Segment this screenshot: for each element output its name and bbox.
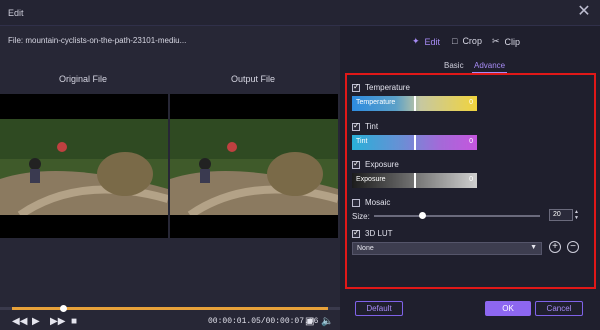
- remove-lut-button[interactable]: −: [567, 241, 579, 253]
- size-label: Size:: [352, 212, 370, 221]
- temperature-slider-label: Temperature: [356, 99, 396, 106]
- size-slider[interactable]: [374, 212, 540, 219]
- adjust-panel: ✦ Edit □ Crop ✂ Clip Basic Advance Tempe…: [340, 26, 600, 330]
- temperature-row[interactable]: Temperature: [352, 82, 410, 92]
- exposure-row[interactable]: Exposure: [352, 159, 399, 169]
- fast-forward-icon[interactable]: ▶▶: [50, 317, 65, 327]
- temperature-label: Temperature: [365, 83, 410, 92]
- tab-edit[interactable]: ✦ Edit: [412, 36, 440, 47]
- original-video-preview: [0, 94, 168, 238]
- tint-slider-handle[interactable]: [414, 135, 416, 150]
- tab-basic[interactable]: Basic: [444, 61, 464, 70]
- default-button[interactable]: Default: [355, 301, 403, 316]
- tint-slider-label: Tint: [356, 138, 368, 145]
- lut-row[interactable]: 3D LUT: [352, 228, 393, 238]
- scissors-icon: ✂: [492, 36, 500, 46]
- tab-advance[interactable]: Advance: [471, 61, 508, 73]
- rewind-icon[interactable]: ◀◀: [12, 317, 27, 327]
- size-stepper[interactable]: ▲ ▼: [574, 209, 582, 221]
- tint-row[interactable]: Tint: [352, 121, 379, 131]
- exposure-checkbox[interactable]: [352, 159, 360, 169]
- tint-slider[interactable]: Tint 0: [352, 135, 477, 150]
- lut-dropdown[interactable]: None ▼: [352, 242, 542, 255]
- size-input[interactable]: 20: [549, 209, 573, 221]
- stop-icon[interactable]: ■: [71, 317, 77, 327]
- title-bar: Edit ✕: [0, 0, 600, 26]
- mosaic-label: Mosaic: [365, 198, 391, 207]
- minus-icon: −: [570, 241, 576, 252]
- volume-icon[interactable]: 🔈: [321, 317, 333, 327]
- tab-crop-label: Crop: [462, 36, 482, 46]
- output-file-label: Output File: [230, 74, 276, 84]
- chevron-down-icon[interactable]: ▼: [574, 215, 582, 221]
- ok-button[interactable]: OK: [485, 301, 531, 316]
- snapshot-icon[interactable]: ▣: [305, 317, 314, 327]
- temperature-slider[interactable]: Temperature 0: [352, 96, 477, 111]
- exposure-value: 0: [469, 176, 473, 183]
- lut-checkbox[interactable]: [352, 228, 360, 238]
- crop-icon: □: [452, 36, 458, 46]
- original-file-label: Original File: [58, 74, 107, 84]
- playback-controls: ◀◀ ▶ ▶▶ ■ 00:00:01.05/00:00:07.06 ▣ 🔈: [0, 314, 340, 330]
- temperature-checkbox[interactable]: [352, 82, 360, 92]
- mosaic-checkbox[interactable]: [352, 198, 360, 207]
- exposure-slider[interactable]: Exposure 0: [352, 173, 477, 188]
- output-video-preview: [170, 94, 338, 238]
- close-icon[interactable]: ✕: [577, 4, 591, 20]
- time-display: 00:00:01.05/00:00:07.06: [208, 317, 319, 326]
- video-frame-image: [170, 119, 338, 215]
- window-title: Edit: [8, 8, 24, 18]
- size-slider-handle[interactable]: [419, 212, 426, 219]
- cancel-button[interactable]: Cancel: [535, 301, 583, 316]
- playhead-handle[interactable]: [60, 305, 67, 312]
- tint-value: 0: [469, 138, 473, 145]
- video-frame-image: [0, 119, 168, 215]
- mosaic-row[interactable]: Mosaic: [352, 198, 390, 207]
- temperature-slider-handle[interactable]: [414, 96, 416, 111]
- timeline-track[interactable]: [0, 305, 340, 312]
- tab-edit-label: Edit: [424, 36, 441, 47]
- tint-checkbox[interactable]: [352, 121, 360, 131]
- preview-panel: File: mountain-cyclists-on-the-path-2310…: [0, 26, 340, 330]
- file-name: File: mountain-cyclists-on-the-path-2310…: [8, 36, 187, 45]
- tab-clip-label: Clip: [504, 36, 521, 47]
- add-lut-button[interactable]: +: [549, 241, 561, 253]
- chevron-down-icon: ▼: [530, 244, 537, 251]
- plus-icon: +: [552, 241, 558, 252]
- lut-label: 3D LUT: [365, 229, 393, 238]
- exposure-label: Exposure: [365, 160, 399, 169]
- play-icon[interactable]: ▶: [32, 317, 40, 327]
- tint-label: Tint: [365, 122, 379, 131]
- exposure-slider-handle[interactable]: [414, 173, 416, 188]
- tab-clip[interactable]: ✂ Clip: [492, 36, 520, 47]
- lut-selected-value: None: [357, 245, 374, 252]
- exposure-slider-label: Exposure: [356, 176, 386, 183]
- tab-crop[interactable]: □ Crop: [452, 36, 482, 46]
- temperature-value: 0: [469, 99, 473, 106]
- top-tabs: ✦ Edit □ Crop ✂ Clip: [340, 26, 600, 56]
- edit-icon: ✦: [412, 36, 420, 46]
